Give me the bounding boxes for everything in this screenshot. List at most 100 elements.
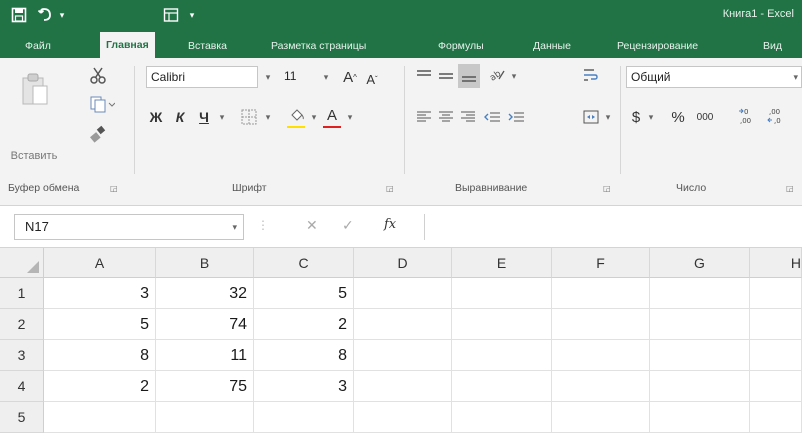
- cell-g1[interactable]: [650, 278, 750, 309]
- paste-icon[interactable]: [18, 70, 52, 110]
- cell-b4[interactable]: 75: [156, 371, 254, 402]
- orientation-dropdown-icon[interactable]: ▾: [508, 66, 520, 86]
- percent-button[interactable]: %: [666, 106, 690, 128]
- bold-button[interactable]: Ж: [146, 106, 166, 128]
- align-left-icon[interactable]: [414, 106, 434, 128]
- align-right-icon[interactable]: [458, 106, 478, 128]
- undo-icon[interactable]: [34, 4, 56, 26]
- confirm-entry-button[interactable]: ✓: [342, 217, 354, 234]
- column-header-f[interactable]: F: [552, 248, 650, 278]
- column-header-h[interactable]: H: [750, 248, 802, 278]
- select-all-corner[interactable]: [0, 248, 44, 278]
- font-size-combo[interactable]: 11: [280, 66, 320, 88]
- cell-c5[interactable]: [254, 402, 354, 433]
- cell-b1[interactable]: 32: [156, 278, 254, 309]
- row-header-5[interactable]: 5: [0, 402, 44, 433]
- row-header-4[interactable]: 4: [0, 371, 44, 402]
- cell-a5[interactable]: [44, 402, 156, 433]
- cancel-entry-button[interactable]: ✕: [306, 217, 318, 234]
- font-size-dropdown-icon[interactable]: ▾: [320, 66, 332, 88]
- cell-g4[interactable]: [650, 371, 750, 402]
- column-header-b[interactable]: B: [156, 248, 254, 278]
- align-center-icon[interactable]: [436, 106, 456, 128]
- cell-d1[interactable]: [354, 278, 452, 309]
- tab-formulas[interactable]: Формулы: [438, 34, 484, 58]
- copy-icon[interactable]: [86, 92, 118, 116]
- orientation-icon[interactable]: ab: [486, 64, 508, 86]
- tab-file[interactable]: Файл: [25, 34, 51, 58]
- borders-icon[interactable]: [238, 106, 260, 128]
- row-header-2[interactable]: 2: [0, 309, 44, 340]
- cell-b3[interactable]: 11: [156, 340, 254, 371]
- number-format-combo[interactable]: Общий ▾: [626, 66, 802, 88]
- cell-d4[interactable]: [354, 371, 452, 402]
- paste-button[interactable]: Вставить: [8, 148, 60, 164]
- font-name-combo[interactable]: Calibri: [146, 66, 258, 88]
- cell-h4[interactable]: [750, 371, 802, 402]
- cell-d5[interactable]: [354, 402, 452, 433]
- tab-data[interactable]: Данные: [533, 34, 571, 58]
- cell-h1[interactable]: [750, 278, 802, 309]
- save-icon[interactable]: [8, 4, 30, 26]
- increase-indent-icon[interactable]: [506, 106, 526, 128]
- cell-f1[interactable]: [552, 278, 650, 309]
- column-header-d[interactable]: D: [354, 248, 452, 278]
- tab-insert[interactable]: Вставка: [188, 34, 227, 58]
- underline-button[interactable]: Ч: [194, 106, 214, 128]
- underline-dropdown-icon[interactable]: ▾: [216, 106, 228, 128]
- cell-c1[interactable]: 5: [254, 278, 354, 309]
- tab-home[interactable]: Главная: [100, 32, 155, 58]
- align-top-icon[interactable]: [414, 66, 434, 86]
- column-header-e[interactable]: E: [452, 248, 552, 278]
- cell-c4[interactable]: 3: [254, 371, 354, 402]
- insert-function-button[interactable]: fx: [384, 217, 396, 232]
- decrease-indent-icon[interactable]: [482, 106, 502, 128]
- decrease-decimal-icon[interactable]: ,00,0: [764, 104, 788, 128]
- cell-f5[interactable]: [552, 402, 650, 433]
- qat-customize-icon[interactable]: ▾: [186, 4, 198, 26]
- cell-e4[interactable]: [452, 371, 552, 402]
- formula-input[interactable]: [424, 214, 802, 240]
- formula-bar-grip-icon[interactable]: ⋮: [257, 218, 269, 232]
- cell-h5[interactable]: [750, 402, 802, 433]
- thousands-separator-button[interactable]: 000: [692, 106, 718, 128]
- grow-font-icon[interactable]: A ^: [340, 66, 360, 88]
- tab-review[interactable]: Рецензирование: [617, 34, 698, 58]
- clipboard-launcher-icon[interactable]: ◲: [110, 184, 118, 193]
- column-header-g[interactable]: G: [650, 248, 750, 278]
- fill-color-dropdown-icon[interactable]: ▾: [308, 106, 320, 128]
- cell-a2[interactable]: 5: [44, 309, 156, 340]
- font-color-button[interactable]: A: [322, 104, 342, 126]
- name-box[interactable]: N17 ▾: [14, 214, 244, 240]
- cell-d3[interactable]: [354, 340, 452, 371]
- cell-b2[interactable]: 74: [156, 309, 254, 340]
- tab-view[interactable]: Вид: [763, 34, 782, 58]
- italic-button[interactable]: К: [170, 106, 190, 128]
- cell-a4[interactable]: 2: [44, 371, 156, 402]
- tab-page-layout[interactable]: Разметка страницы: [271, 34, 366, 58]
- font-name-dropdown-icon[interactable]: ▾: [262, 66, 274, 88]
- alignment-launcher-icon[interactable]: ◲: [603, 184, 611, 193]
- column-header-c[interactable]: C: [254, 248, 354, 278]
- cell-e5[interactable]: [452, 402, 552, 433]
- number-launcher-icon[interactable]: ◲: [786, 184, 794, 193]
- cell-e3[interactable]: [452, 340, 552, 371]
- cell-h3[interactable]: [750, 340, 802, 371]
- align-middle-icon[interactable]: [436, 66, 456, 86]
- cell-f3[interactable]: [552, 340, 650, 371]
- cut-icon[interactable]: [86, 64, 110, 88]
- cell-d2[interactable]: [354, 309, 452, 340]
- cell-g3[interactable]: [650, 340, 750, 371]
- align-bottom-icon[interactable]: [458, 64, 480, 88]
- cell-f4[interactable]: [552, 371, 650, 402]
- borders-dropdown-icon[interactable]: ▾: [262, 106, 274, 128]
- fill-color-icon[interactable]: [286, 104, 308, 126]
- cell-h2[interactable]: [750, 309, 802, 340]
- increase-decimal-icon[interactable]: 0,00: [736, 104, 760, 128]
- font-launcher-icon[interactable]: ◲: [386, 184, 394, 193]
- cell-g2[interactable]: [650, 309, 750, 340]
- cell-b5[interactable]: [156, 402, 254, 433]
- form-icon[interactable]: [160, 4, 182, 26]
- cell-f2[interactable]: [552, 309, 650, 340]
- row-header-1[interactable]: 1: [0, 278, 44, 309]
